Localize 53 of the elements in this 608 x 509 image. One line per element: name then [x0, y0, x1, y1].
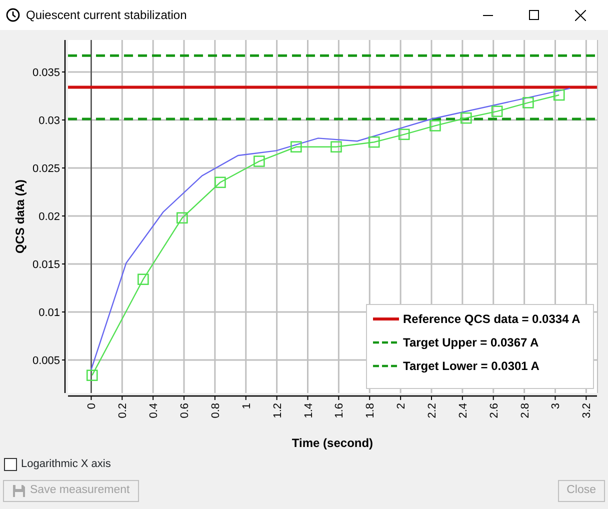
tick-label: 0.4: [148, 403, 160, 418]
data-marker: [398, 128, 410, 140]
tick-label: 0.01: [38, 306, 60, 319]
tick-label: 0.2: [117, 403, 130, 418]
tick-label: 3.2: [581, 403, 594, 418]
tick-label: 1: [240, 403, 253, 410]
tick-label: 1.8: [364, 403, 377, 418]
close-icon: [574, 10, 586, 20]
tick-label: 0.8: [210, 403, 222, 418]
data-marker: [491, 106, 503, 117]
maximize-icon: [529, 10, 539, 20]
floppy-icon: [12, 484, 26, 498]
legend-swatch: [373, 318, 399, 320]
tick-label: 3: [550, 403, 562, 410]
tick-label: 0.025: [32, 162, 60, 175]
legend-swatch: [373, 341, 399, 344]
tick-label: 2.2: [426, 403, 438, 418]
tick-label: 1.6: [334, 403, 346, 418]
data-marker: [330, 141, 342, 152]
tick-label: 0.02: [38, 210, 60, 223]
axis-title: Time (second): [292, 436, 374, 450]
clock-icon: [6, 8, 20, 22]
window-title: Quiescent current stabilization: [26, 7, 187, 24]
tick-label: 1.4: [302, 403, 315, 418]
checkbox[interactable]: [4, 458, 17, 470]
data-marker: [138, 274, 149, 285]
tick-label: 2.8: [519, 403, 532, 418]
tick-label: 0.005: [32, 354, 60, 367]
tick-label: 0: [86, 403, 98, 410]
data-marker: [553, 89, 565, 101]
data-marker: [290, 141, 302, 152]
data-marker: [214, 176, 226, 188]
axis-title: QCS data (A): [13, 180, 27, 254]
legend-label: Reference QCS data = 0.0334 A: [403, 312, 580, 326]
data-marker: [86, 370, 98, 381]
tick-label: 0.03: [38, 114, 60, 127]
tick-label: 2.6: [488, 403, 500, 418]
tick-label: 0.015: [32, 258, 60, 271]
data-marker: [254, 156, 265, 167]
tick-label: 0.6: [179, 403, 191, 418]
tick-label: 2: [396, 403, 408, 410]
data-marker: [368, 136, 380, 148]
tick-label: 0.035: [32, 66, 60, 79]
legend-swatch: [373, 364, 399, 368]
data-marker: [522, 97, 534, 108]
legend-label: Target Upper = 0.0367 A: [403, 336, 539, 350]
legend-label: Target Lower = 0.0301 A: [403, 359, 540, 373]
data-marker: [460, 112, 472, 124]
tick-label: 1.2: [272, 403, 284, 418]
tick-label: 2.4: [457, 403, 470, 418]
checkbox-label[interactable]: Logarithmic X axis: [21, 456, 111, 472]
data-marker: [176, 212, 188, 224]
data-marker: [430, 120, 441, 132]
